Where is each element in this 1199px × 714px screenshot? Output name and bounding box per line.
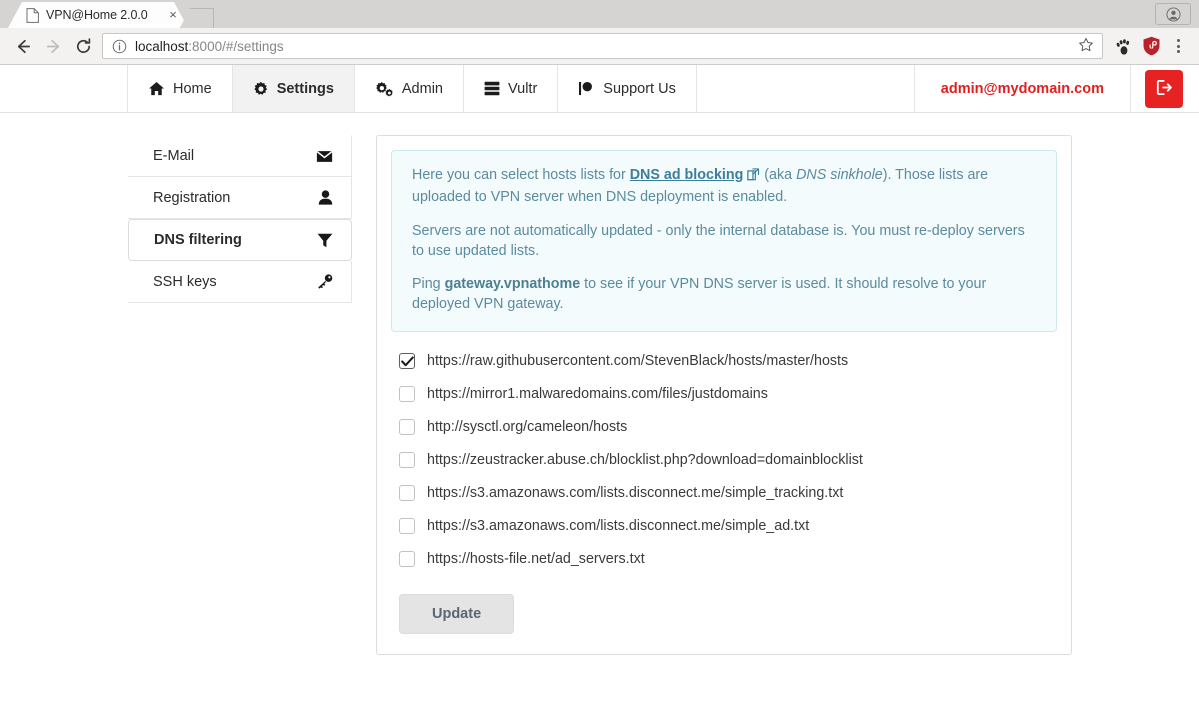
host-url-label: https://zeustracker.abuse.ch/blocklist.p… [427, 452, 863, 469]
host-url-label: https://s3.amazonaws.com/lists.disconnec… [427, 485, 844, 502]
nav-item-admin[interactable]: Admin [353, 65, 464, 112]
host-url-label: https://raw.githubusercontent.com/Steven… [427, 353, 849, 370]
nav-item-vultr[interactable]: Vultr [463, 65, 559, 112]
svg-text:u: u [1149, 42, 1154, 51]
info-alert: Here you can select hosts lists for DNS … [391, 150, 1057, 332]
gnome-extension-icon[interactable] [1109, 32, 1137, 60]
nav-item-support-us-label: Support Us [603, 80, 676, 97]
info-circle-icon[interactable] [112, 39, 127, 54]
reload-icon[interactable] [68, 31, 98, 61]
key-icon [317, 274, 333, 289]
app-page: Home Settings Admin Vultr Support Us adm… [0, 65, 1199, 714]
browser-tab-strip: VPN@Home 2.0.0 × [0, 0, 1199, 28]
sidebar-item-email[interactable]: E-Mail [128, 135, 352, 177]
host-checkbox[interactable] [399, 353, 415, 370]
external-link-icon[interactable] [747, 167, 760, 187]
address-bar[interactable]: localhost:8000/#/settings [102, 33, 1103, 59]
sidebar-item-registration-label: Registration [153, 189, 231, 206]
update-button[interactable]: Update [399, 593, 515, 634]
nav-item-settings-label: Settings [276, 80, 334, 97]
page-icon [26, 7, 39, 23]
three-dot-menu-icon[interactable] [1165, 32, 1191, 60]
server-icon [484, 81, 500, 96]
logout-button-wrapper [1131, 65, 1199, 112]
host-list-item[interactable]: https://hosts-file.net/ad_servers.txt [399, 543, 1057, 576]
sidebar-item-email-label: E-Mail [153, 148, 195, 164]
host-list-item[interactable]: https://raw.githubusercontent.com/Steven… [399, 345, 1057, 378]
alert-paragraph-3: Ping gateway.vpnathome to see if your VP… [412, 274, 1038, 315]
hosts-list: https://raw.githubusercontent.com/Steven… [391, 332, 1057, 576]
nav-item-home[interactable]: Home [127, 65, 233, 112]
alert-p1-italic: DNS sinkhole [796, 167, 883, 183]
new-tab-button[interactable] [180, 8, 214, 28]
app-top-navbar: Home Settings Admin Vultr Support Us adm… [0, 65, 1199, 113]
sidebar-item-dns-filtering[interactable]: DNS filtering [128, 219, 352, 261]
nav-item-vultr-label: Vultr [508, 80, 538, 97]
host-list-item[interactable]: https://mirror1.malwaredomains.com/files… [399, 378, 1057, 411]
alert-p3-before: Ping [412, 276, 445, 293]
dns-ad-blocking-link[interactable]: DNS ad blocking [630, 167, 744, 183]
filter-funnel-icon [317, 233, 333, 248]
host-url-label: https://hosts-file.net/ad_servers.txt [427, 551, 645, 568]
alert-paragraph-1: Here you can select hosts lists for DNS … [412, 165, 1038, 208]
home-icon [148, 81, 165, 96]
host-list-item[interactable]: http://sysctl.org/cameleon/hosts [399, 411, 1057, 444]
url-host: localhost [135, 38, 189, 54]
forward-arrow-icon [38, 31, 68, 61]
host-checkbox[interactable] [399, 485, 415, 502]
browser-toolbar: localhost:8000/#/settings u [0, 28, 1199, 65]
profile-avatar-icon[interactable] [1155, 3, 1191, 25]
sidebar-item-ssh-keys[interactable]: SSH keys [128, 261, 352, 303]
settings-main-column: Here you can select hosts lists for DNS … [376, 135, 1072, 655]
url-path: :8000/#/settings [188, 38, 284, 54]
nav-item-admin-label: Admin [401, 80, 443, 97]
host-list-item[interactable]: https://s3.amazonaws.com/lists.disconnec… [399, 510, 1057, 543]
bookmark-star-icon[interactable] [1078, 37, 1094, 56]
support-pin-icon [578, 81, 595, 96]
cogs-icon [375, 81, 394, 97]
alert-paragraph-2: Servers are not automatically updated - … [412, 222, 1025, 259]
host-checkbox[interactable] [399, 551, 415, 568]
sidebar-item-dns-filtering-label: DNS filtering [154, 232, 242, 248]
page-content: E-Mail Registration DNS filtering SSH ke… [0, 113, 1199, 655]
sign-out-icon [1156, 79, 1173, 99]
navbar-spacer [696, 65, 915, 112]
settings-sidebar: E-Mail Registration DNS filtering SSH ke… [128, 135, 352, 655]
ublock-origin-icon[interactable]: u [1137, 32, 1165, 60]
host-checkbox[interactable] [399, 419, 415, 436]
nav-item-home-label: Home [173, 80, 212, 97]
sidebar-item-registration[interactable]: Registration [128, 177, 352, 219]
nav-item-settings[interactable]: Settings [231, 65, 355, 112]
host-checkbox[interactable] [399, 386, 415, 403]
browser-tab[interactable]: VPN@Home 2.0.0 × [8, 2, 188, 28]
browser-tab-title: VPN@Home 2.0.0 [46, 8, 148, 22]
host-checkbox[interactable] [399, 518, 415, 535]
address-bar-url: localhost:8000/#/settings [135, 39, 284, 54]
alert-p3-bold: gateway.vpnathome [444, 276, 581, 293]
alert-p1-mid: (aka [760, 167, 797, 183]
host-checkbox[interactable] [399, 452, 415, 469]
host-list-item[interactable]: https://zeustracker.abuse.ch/blocklist.p… [399, 444, 1057, 477]
gear-icon [253, 81, 269, 97]
back-arrow-icon[interactable] [8, 31, 38, 61]
user-icon [318, 190, 333, 205]
host-url-label: https://s3.amazonaws.com/lists.disconnec… [427, 518, 810, 535]
host-url-label: https://mirror1.malwaredomains.com/files… [427, 386, 768, 403]
dns-filtering-card: Here you can select hosts lists for DNS … [376, 135, 1072, 655]
alert-p1-before: Here you can select hosts lists for [412, 167, 630, 183]
navbar-user-email[interactable]: admin@mydomain.com [915, 65, 1131, 112]
host-list-item[interactable]: https://s3.amazonaws.com/lists.disconnec… [399, 477, 1057, 510]
sidebar-item-ssh-keys-label: SSH keys [153, 273, 217, 290]
close-icon[interactable]: × [166, 8, 180, 22]
logout-button[interactable] [1145, 69, 1183, 108]
nav-item-support-us[interactable]: Support Us [557, 65, 697, 112]
host-url-label: http://sysctl.org/cameleon/hosts [427, 419, 628, 436]
envelope-icon [316, 150, 333, 163]
